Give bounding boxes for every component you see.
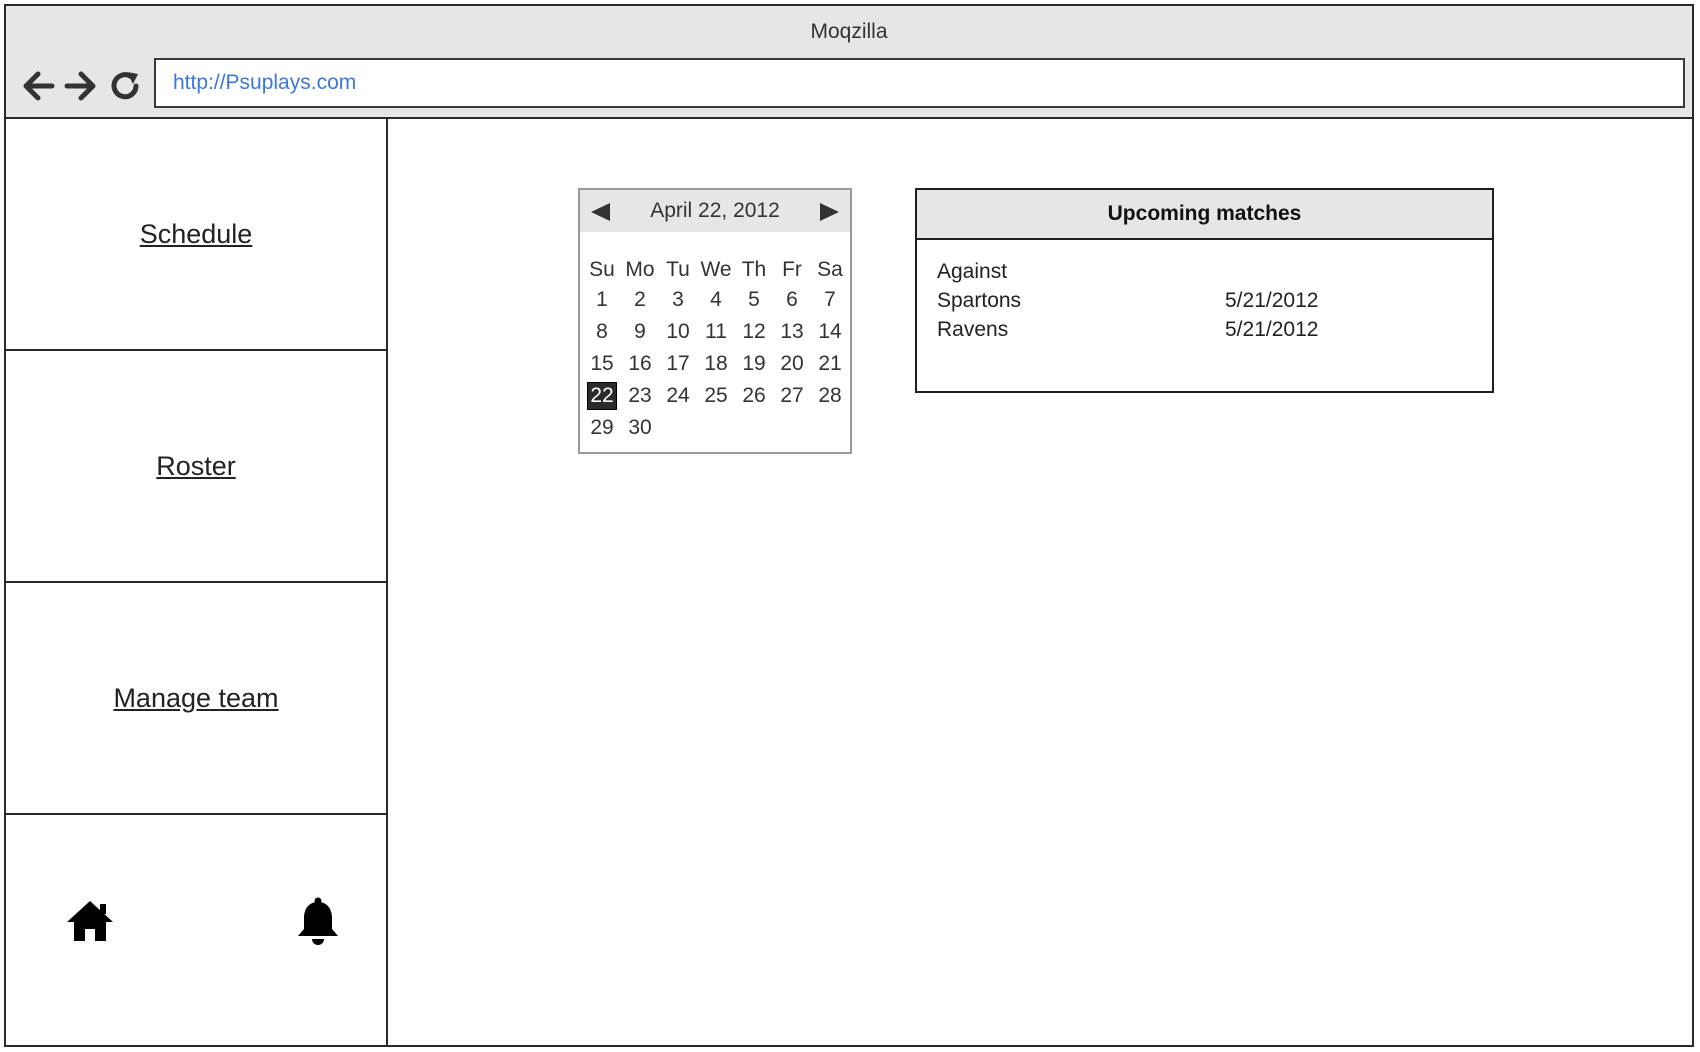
arrow-left-icon <box>18 66 58 106</box>
triangle-right-icon <box>818 200 842 224</box>
against-column-header: Against <box>937 260 1008 283</box>
selected-day-number: 22 <box>587 382 617 410</box>
calendar-day[interactable]: 11 <box>697 320 735 344</box>
calendar-month-title: April 22, 2012 <box>650 199 780 222</box>
weekday-label: Sa <box>817 258 843 281</box>
match-row: Ravens 5/21/2012 <box>937 318 1477 347</box>
match-team: Ravens <box>937 318 1009 341</box>
home-button[interactable] <box>64 895 116 947</box>
refresh-button[interactable] <box>105 66 145 106</box>
calendar-day[interactable]: 8 <box>583 320 621 344</box>
calendar-day[interactable]: 30 <box>621 416 659 440</box>
weekday-label: Th <box>741 258 767 281</box>
calendar-day[interactable]: 18 <box>697 352 735 376</box>
calendar-day[interactable]: 7 <box>811 288 849 312</box>
calendar-day[interactable]: 29 <box>583 416 621 440</box>
sidebar: Schedule Roster Manage team <box>6 119 388 1045</box>
url-input[interactable]: http://Psuplays.com <box>154 58 1685 108</box>
match-row: Spartons 5/21/2012 <box>937 289 1477 318</box>
calendar-week-row: 29 30 <box>583 412 849 444</box>
manage-team-link[interactable]: Manage team <box>113 683 278 714</box>
notifications-button[interactable] <box>292 895 344 947</box>
next-month-button[interactable] <box>818 200 842 224</box>
sidebar-item-roster: Roster <box>6 351 386 583</box>
sidebar-item-schedule: Schedule <box>6 119 386 351</box>
calendar-day[interactable]: 28 <box>811 384 849 408</box>
matches-column-header-row: Against <box>937 260 1477 289</box>
sidebar-item-manage-team: Manage team <box>6 583 386 815</box>
forward-button[interactable] <box>61 66 101 106</box>
weekday-label: Mo <box>625 258 655 281</box>
weekday-header-row: Su Mo Tu We Th Fr Sa <box>583 256 849 284</box>
calendar-day[interactable]: 10 <box>659 320 697 344</box>
calendar-day[interactable]: 16 <box>621 352 659 376</box>
upcoming-matches-title: Upcoming matches <box>917 190 1492 240</box>
date-picker[interactable]: April 22, 2012 Su Mo Tu We Th Fr Sa 1 2 … <box>578 188 852 454</box>
calendar-day-selected[interactable]: 22 <box>583 382 621 410</box>
calendar-day[interactable]: 26 <box>735 384 773 408</box>
match-team: Spartons <box>937 289 1022 312</box>
weekday-label: Tu <box>666 258 690 281</box>
weekday-label: Fr <box>782 258 802 281</box>
calendar-week-row: 15 16 17 18 19 20 21 <box>583 348 849 380</box>
calendar-day[interactable]: 21 <box>811 352 849 376</box>
upcoming-matches-panel: Upcoming matches Against Spartons 5/21/2… <box>915 188 1494 393</box>
calendar-day[interactable]: 5 <box>735 288 773 312</box>
calendar-day[interactable]: 20 <box>773 352 811 376</box>
schedule-link[interactable]: Schedule <box>140 219 253 250</box>
calendar-day[interactable]: 3 <box>659 288 697 312</box>
back-button[interactable] <box>18 66 58 106</box>
calendar-day[interactable]: 9 <box>621 320 659 344</box>
weekday-label: We <box>700 258 732 281</box>
matches-list: Against Spartons 5/21/2012 Ravens 5/21/2… <box>937 260 1477 347</box>
roster-link[interactable]: Roster <box>156 451 236 482</box>
match-date: 5/21/2012 <box>1225 318 1319 341</box>
calendar-day[interactable]: 25 <box>697 384 735 408</box>
weekday-label: Su <box>589 258 615 281</box>
calendar-day[interactable]: 19 <box>735 352 773 376</box>
calendar-day[interactable]: 2 <box>621 288 659 312</box>
calendar-day[interactable]: 24 <box>659 384 697 408</box>
match-date: 5/21/2012 <box>1225 289 1319 312</box>
calendar-day[interactable]: 4 <box>697 288 735 312</box>
calendar-day[interactable]: 1 <box>583 288 621 312</box>
sidebar-icon-bar <box>6 815 386 1045</box>
bell-icon <box>292 895 344 947</box>
browser-chrome: Moqzilla http://Psuplays.com <box>6 6 1692 119</box>
home-icon <box>64 895 116 947</box>
refresh-icon <box>105 66 145 106</box>
calendar-day[interactable]: 27 <box>773 384 811 408</box>
calendar-day[interactable]: 14 <box>811 320 849 344</box>
calendar-day[interactable]: 6 <box>773 288 811 312</box>
arrow-right-icon <box>61 66 101 106</box>
calendar-week-row: 8 9 10 11 12 13 14 <box>583 316 849 348</box>
calendar-day[interactable]: 15 <box>583 352 621 376</box>
calendar-grid: Su Mo Tu We Th Fr Sa 1 2 3 4 5 6 7 8 9 1… <box>583 256 849 444</box>
calendar-header: April 22, 2012 <box>580 190 850 232</box>
calendar-week-row: 22 23 24 25 26 27 28 <box>583 380 849 412</box>
calendar-day[interactable]: 17 <box>659 352 697 376</box>
calendar-week-row: 1 2 3 4 5 6 7 <box>583 284 849 316</box>
browser-window: Moqzilla http://Psuplays.com Schedule Ro… <box>4 4 1694 1047</box>
calendar-day[interactable]: 23 <box>621 384 659 408</box>
calendar-day[interactable]: 12 <box>735 320 773 344</box>
window-title: Moqzilla <box>810 20 888 43</box>
calendar-day[interactable]: 13 <box>773 320 811 344</box>
